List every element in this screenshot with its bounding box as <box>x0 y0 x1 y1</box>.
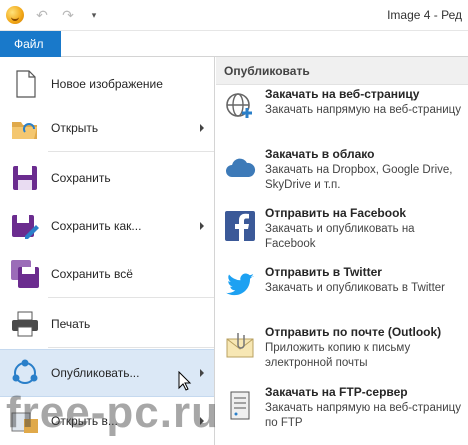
chevron-right-icon <box>200 124 204 132</box>
publish-item-title: Отправить на Facebook <box>265 206 407 220</box>
menu-item-save[interactable]: Сохранить <box>0 157 214 199</box>
undo-icon[interactable]: ↶ <box>34 7 50 23</box>
menu-item-label: Печать <box>51 317 91 331</box>
window-title: Image 4 - Ред <box>387 8 462 22</box>
menu-divider <box>48 297 214 298</box>
publish-item-title: Закачать в облако <box>265 147 375 161</box>
publish-item-title: Отправить по почте (Outlook) <box>265 325 442 339</box>
publish-panel: Опубликовать Закачать на веб-страницу За… <box>216 57 468 445</box>
mail-attachment-icon <box>226 333 254 358</box>
title-bar: ↶ ↷ ▾ Image 4 - Ред <box>0 0 468 31</box>
customize-qat-icon[interactable]: ▾ <box>86 7 102 23</box>
menu-bar: Файл <box>0 31 468 57</box>
menu-item-label: Сохранить как... <box>51 219 142 233</box>
open-folder-icon <box>12 122 37 139</box>
new-image-icon <box>16 70 36 98</box>
twitter-icon <box>226 273 254 296</box>
publish-item-twitter[interactable]: Отправить в Twitter Закачать и опубликов… <box>216 265 468 323</box>
menu-item-label: Открыть в... <box>51 414 118 428</box>
menu-divider <box>48 151 214 152</box>
menu-item-new-image[interactable]: Новое изображение <box>0 63 214 105</box>
facebook-icon <box>225 211 255 241</box>
publish-item-desc: Приложить копию к письму электронной поч… <box>265 342 411 369</box>
menu-item-save-as[interactable]: Сохранить как... <box>0 205 214 247</box>
app-logo-icon[interactable] <box>6 6 24 24</box>
ftp-server-icon <box>230 391 250 420</box>
publish-item-web[interactable]: Закачать на веб-страницу Закачать напрям… <box>216 87 468 145</box>
menu-item-label: Опубликовать... <box>51 366 140 380</box>
publish-item-title: Закачать на веб-страницу <box>265 87 420 101</box>
menu-item-label: Сохранить <box>51 171 111 185</box>
menu-item-label: Сохранить всё <box>51 267 133 281</box>
publish-item-email[interactable]: Отправить по почте (Outlook) Приложить к… <box>216 325 468 383</box>
web-globe-icon <box>226 93 252 118</box>
save-all-icon <box>11 260 39 288</box>
publish-item-desc: Закачать на Dropbox, Google Drive, SkyDr… <box>265 164 453 191</box>
menu-item-open-in[interactable]: Открыть в... <box>0 401 214 441</box>
quick-access-toolbar: ↶ ↷ ▾ <box>6 6 102 24</box>
publish-item-desc: Закачать и опубликовать в Twitter <box>265 282 445 294</box>
publish-item-desc: Закачать напрямую на веб-страницу по FTP <box>265 402 461 429</box>
open-in-icon <box>11 412 38 433</box>
publish-item-desc: Закачать и опубликовать на Facebook <box>265 223 415 250</box>
chevron-right-icon <box>200 417 204 425</box>
print-icon <box>12 311 38 337</box>
share-icon <box>12 359 38 384</box>
file-tab[interactable]: Файл <box>0 31 61 57</box>
panel-header: Опубликовать <box>216 57 468 85</box>
save-as-icon <box>12 215 39 239</box>
save-icon <box>13 166 37 190</box>
publish-item-ftp[interactable]: Закачать на FTP-сервер Закачать напрямую… <box>216 385 468 443</box>
menu-item-open[interactable]: Открыть <box>0 107 214 149</box>
publish-item-facebook[interactable]: Отправить на Facebook Закачать и опублик… <box>216 206 468 264</box>
chevron-right-icon <box>200 369 204 377</box>
menu-item-save-all[interactable]: Сохранить всё <box>0 253 214 295</box>
chevron-right-icon <box>200 222 204 230</box>
cloud-icon <box>226 158 256 177</box>
publish-item-title: Отправить в Twitter <box>265 265 382 279</box>
panel-title: Опубликовать <box>224 64 310 78</box>
publish-item-title: Закачать на FTP-сервер <box>265 385 408 399</box>
redo-icon[interactable]: ↷ <box>60 7 76 23</box>
mouse-cursor-icon <box>178 371 192 391</box>
publish-item-desc: Закачать напрямую на веб-страницу <box>265 104 461 116</box>
menu-divider <box>48 347 214 348</box>
publish-item-cloud[interactable]: Закачать в облако Закачать на Dropbox, G… <box>216 147 468 205</box>
menu-item-label: Открыть <box>51 121 99 135</box>
menu-item-label: Новое изображение <box>51 77 163 91</box>
menu-item-print[interactable]: Печать <box>0 303 214 345</box>
